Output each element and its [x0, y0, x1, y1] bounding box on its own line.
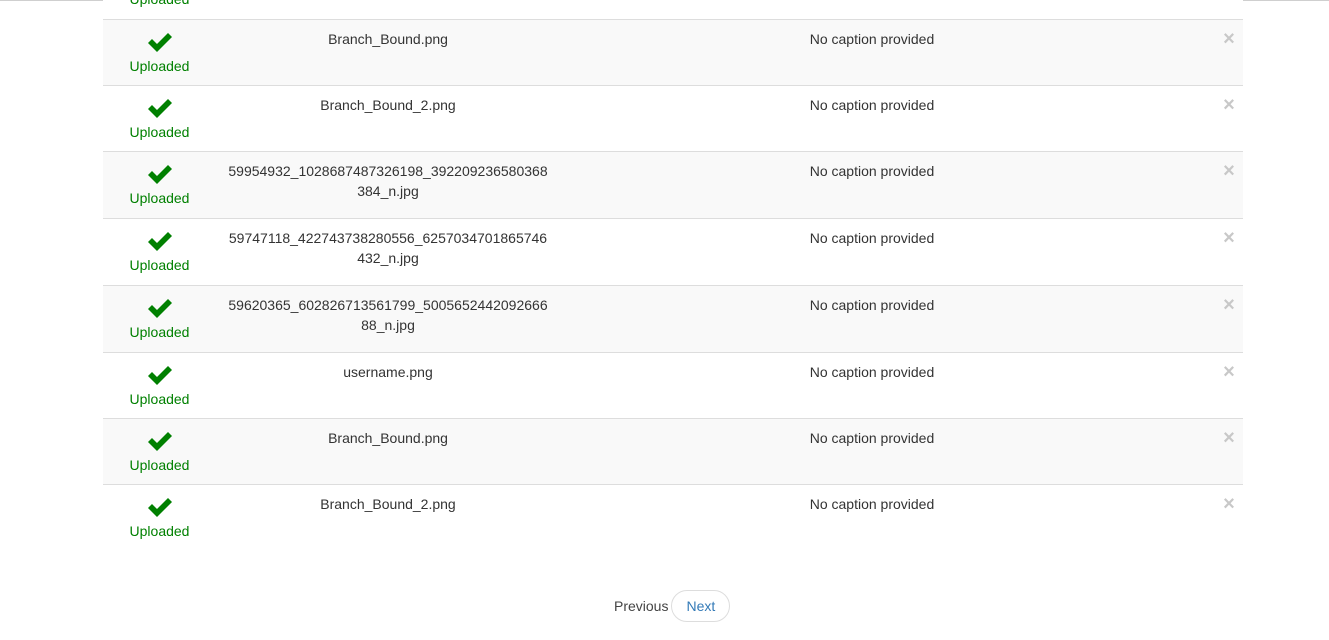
- status-cell: Uploaded: [103, 353, 216, 408]
- previous-page-link[interactable]: Previous: [613, 590, 671, 622]
- caption: No caption provided: [809, 496, 935, 512]
- filename: Branch_Bound.png: [328, 31, 448, 47]
- table-row: Uploaded 59954932_1028687487326198_39220…: [103, 151, 1243, 218]
- status-label: Uploaded: [129, 190, 190, 206]
- caption: No caption provided: [809, 163, 935, 179]
- status-cell: Uploaded: [103, 485, 216, 540]
- status-label: Uploaded: [129, 58, 190, 74]
- caption: No caption provided: [809, 364, 935, 380]
- close-icon[interactable]: ×: [1221, 95, 1237, 115]
- status-label: Uploaded: [129, 523, 190, 539]
- table-row: Uploaded 59747118_422743738280556_625703…: [103, 218, 1243, 285]
- upload-table: Uploaded Uploaded Branch_Bound.png No ca…: [103, 0, 1243, 550]
- next-page-button[interactable]: Next: [671, 590, 731, 622]
- status-cell: Uploaded: [103, 419, 216, 474]
- caption: No caption provided: [809, 230, 935, 246]
- close-icon[interactable]: ×: [1221, 295, 1237, 315]
- status-label: Uploaded: [129, 257, 190, 273]
- table-row: Uploaded Branch_Bound_2.png No caption p…: [103, 85, 1243, 151]
- close-icon[interactable]: ×: [1221, 161, 1237, 181]
- filename: 59954932_1028687487326198_39220923658036…: [228, 163, 548, 199]
- status-label: Uploaded: [129, 457, 190, 473]
- checkmark-icon: [147, 165, 172, 184]
- filename: Branch_Bound_2.png: [320, 97, 456, 113]
- caption: No caption provided: [809, 31, 935, 47]
- status-cell: Uploaded: [103, 286, 216, 341]
- filename: 59747118_422743738280556_625703470186574…: [228, 230, 548, 266]
- close-icon[interactable]: ×: [1221, 494, 1237, 514]
- checkmark-icon: [147, 99, 172, 118]
- close-icon[interactable]: ×: [1221, 428, 1237, 448]
- filename: 59620365_602826713561799_500565244209266…: [228, 297, 548, 333]
- status-label: Uploaded: [129, 124, 190, 140]
- close-icon[interactable]: ×: [1221, 29, 1237, 49]
- status-label: Uploaded: [129, 324, 190, 340]
- checkmark-icon: [147, 498, 172, 517]
- checkmark-icon: [147, 432, 172, 451]
- table-row: Uploaded Branch_Bound_2.png No caption p…: [103, 484, 1243, 550]
- caption: No caption provided: [809, 430, 935, 446]
- caption: No caption provided: [809, 97, 935, 113]
- table-row: Uploaded Branch_Bound.png No caption pro…: [103, 418, 1243, 484]
- table-row: Uploaded: [103, 0, 1243, 19]
- close-icon[interactable]: ×: [1221, 228, 1237, 248]
- status-cell: Uploaded: [103, 152, 216, 207]
- status-cell: Uploaded: [103, 0, 216, 8]
- filename: Branch_Bound_2.png: [320, 496, 456, 512]
- caption: No caption provided: [809, 297, 935, 313]
- filename: Branch_Bound.png: [328, 430, 448, 446]
- pagination: Previous Next: [613, 590, 731, 622]
- checkmark-icon: [147, 366, 172, 385]
- status-label: Uploaded: [103, 0, 216, 8]
- checkmark-icon: [147, 299, 172, 318]
- table-row: Uploaded 59620365_602826713561799_500565…: [103, 285, 1243, 352]
- table-row: Uploaded username.png No caption provide…: [103, 352, 1243, 418]
- status-cell: Uploaded: [103, 20, 216, 75]
- status-label: Uploaded: [129, 391, 190, 407]
- close-icon[interactable]: ×: [1221, 362, 1237, 382]
- status-cell: Uploaded: [103, 219, 216, 274]
- status-cell: Uploaded: [103, 86, 216, 141]
- checkmark-icon: [147, 232, 172, 251]
- checkmark-icon: [147, 33, 172, 52]
- table-row: Uploaded Branch_Bound.png No caption pro…: [103, 19, 1243, 85]
- filename: username.png: [343, 364, 433, 380]
